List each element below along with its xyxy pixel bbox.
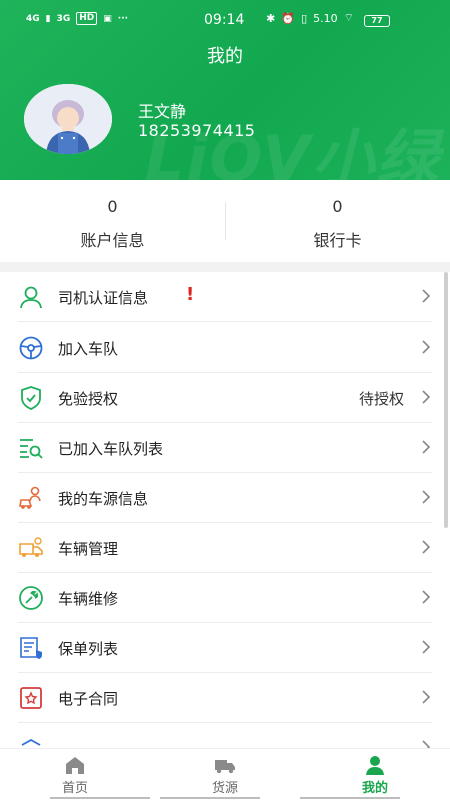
tab-label: 首页: [61, 781, 88, 796]
scrollbar[interactable]: [444, 272, 448, 528]
menu-item-my-vehicle-info[interactable]: 我的车源信息: [0, 473, 450, 523]
hd-badge: HD: [76, 12, 98, 25]
signal-bars-icon: ▮: [45, 13, 51, 24]
partial-icon: [21, 738, 41, 746]
menu-item-label: 电子合同: [58, 690, 119, 708]
menu-item-policy-list[interactable]: 保单列表: [0, 623, 450, 673]
menu-item-label: 我的车源信息: [58, 490, 149, 508]
signal-4g: 4G: [26, 13, 40, 24]
chevron-right-icon: [422, 640, 431, 654]
tab-cargo[interactable]: 货源: [150, 749, 300, 800]
chevron-right-icon: [422, 390, 431, 404]
truck-gear-icon: [19, 537, 43, 557]
stat-value: 0: [107, 197, 118, 216]
contract-stamp-icon: [20, 687, 42, 709]
menu-item-e-contract[interactable]: 电子合同: [0, 673, 450, 723]
tab-indicator: [50, 797, 150, 799]
car-person-icon: [19, 486, 41, 509]
profile-header: LiOV小绿 4G ▮ 3G HD ▣ ··· 09:14 ✱ ⏰ ▯ 5.10…: [0, 0, 450, 180]
shield-check-icon: [21, 386, 41, 410]
tab-indicator: [160, 797, 260, 799]
menu-list: 司机认证信息 ! 加入车队 免验授权 待授权 已加入车队列表 我的车源信息 车辆…: [0, 272, 450, 748]
policy-document-icon: [20, 637, 42, 659]
status-bar: 4G ▮ 3G HD ▣ ··· 09:14 ✱ ⏰ ▯ 5.10 ⌔ 77: [0, 0, 450, 40]
sim-icon: ▣: [103, 13, 112, 24]
wrench-icon: [19, 586, 43, 610]
stat-value: 0: [332, 197, 343, 216]
menu-item-label: 车辆维修: [58, 590, 119, 608]
menu-item-label: 加入车队: [58, 340, 119, 358]
truck-icon: [215, 760, 235, 774]
page-title: 我的: [207, 46, 243, 67]
warning-icon: !: [186, 284, 195, 305]
menu-item-partial[interactable]: [0, 723, 450, 748]
menu-item-driver-certification[interactable]: 司机认证信息 !: [0, 272, 450, 322]
bluetooth-icon: ✱: [266, 11, 276, 25]
stat-label: 银行卡: [313, 231, 362, 250]
tab-home[interactable]: 首页: [0, 749, 150, 800]
divider: [18, 321, 432, 322]
tab-label: 我的: [361, 781, 388, 796]
battery-icon: 77: [364, 15, 390, 27]
chevron-right-icon: [422, 490, 431, 504]
person-icon: [366, 756, 384, 775]
home-icon: [66, 757, 84, 774]
authorization-status: 待授权: [358, 390, 404, 408]
clock: 09:14: [204, 12, 245, 28]
vibrate-icon: ▯: [301, 11, 308, 25]
stats-panel: 0 账户信息 0 银行卡: [0, 180, 450, 262]
alarm-icon: ⏰: [281, 11, 296, 25]
chevron-right-icon: [422, 540, 431, 554]
bottom-tab-bar: 首页 货源 我的: [0, 748, 450, 800]
chevron-right-icon: [422, 590, 431, 604]
menu-item-label: 车辆管理: [58, 540, 119, 558]
avatar[interactable]: [24, 84, 112, 154]
chevron-right-icon: [422, 740, 431, 748]
tab-indicator: [300, 797, 400, 799]
chevron-right-icon: [422, 690, 431, 704]
user-name: 王文静: [138, 102, 187, 121]
menu-item-vehicle-repair[interactable]: 车辆维修: [0, 573, 450, 623]
user-phone: 18253974415: [138, 121, 256, 140]
network-speed: 5.10: [313, 11, 338, 25]
user-icon: [20, 286, 42, 309]
tab-mine[interactable]: 我的: [300, 749, 450, 800]
tab-label: 货源: [211, 781, 238, 796]
menu-item-label: 司机认证信息: [58, 289, 149, 307]
menu-item-vehicle-management[interactable]: 车辆管理: [0, 523, 450, 573]
chevron-right-icon: [422, 340, 431, 354]
wifi-icon: ⌔: [343, 11, 354, 24]
avatar-person-icon: [24, 84, 112, 154]
menu-item-joined-fleets[interactable]: 已加入车队列表: [0, 423, 450, 473]
chevron-right-icon: [422, 289, 431, 303]
menu-item-label: 已加入车队列表: [58, 440, 164, 458]
menu-item-label: 免验授权: [58, 390, 119, 408]
steering-wheel-icon: [19, 336, 43, 360]
chevron-right-icon: [422, 440, 431, 454]
menu-item-label: 保单列表: [58, 640, 119, 658]
stat-account-info[interactable]: 0 账户信息: [0, 180, 225, 262]
stat-label: 账户信息: [80, 231, 145, 250]
signal-3g: 3G: [56, 13, 71, 24]
menu-item-join-fleet[interactable]: 加入车队: [0, 323, 450, 373]
stat-bank-card[interactable]: 0 银行卡: [225, 180, 450, 262]
more-dots: ···: [117, 13, 129, 24]
list-search-icon: [20, 439, 43, 459]
brand-watermark: LiOV小绿: [144, 122, 440, 180]
menu-item-exemption-authorization[interactable]: 免验授权 待授权: [0, 373, 450, 423]
